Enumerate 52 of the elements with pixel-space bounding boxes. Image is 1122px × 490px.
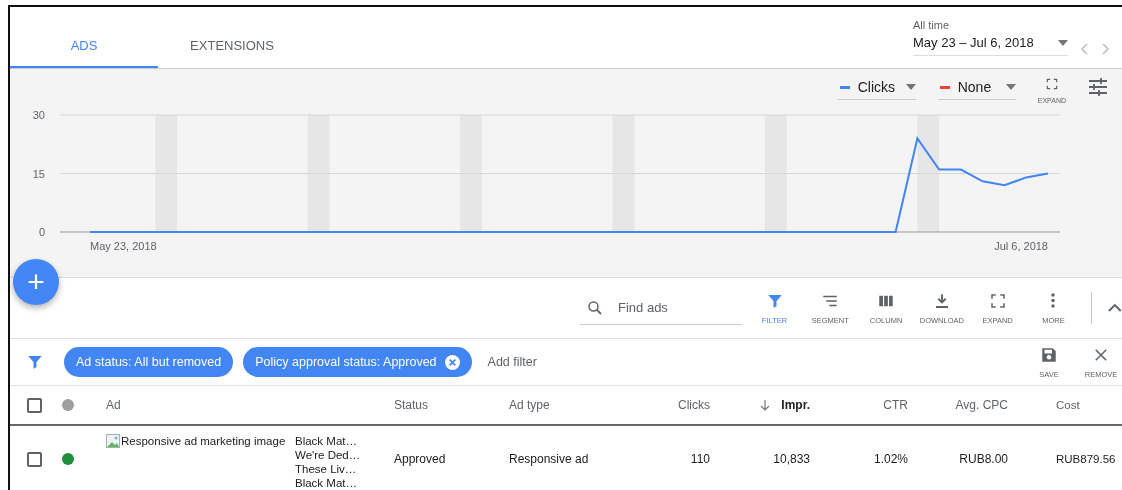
more-icon (1051, 293, 1056, 308)
table-cell: Approved (394, 452, 446, 466)
column-header[interactable]: Avg. CPC (955, 398, 1008, 412)
y-tick-label: 30 (32, 109, 45, 121)
date-range-label: All time (913, 19, 951, 31)
table-cell: Responsive ad (509, 452, 589, 466)
headline-text: Black Mat… (295, 434, 357, 448)
tab[interactable]: EXTENSIONS (158, 7, 306, 68)
column-header[interactable]: Clicks (678, 398, 710, 412)
caret-icon (905, 84, 916, 90)
search-icon (586, 298, 604, 317)
add-filter-link[interactable]: Add filter (487, 355, 537, 369)
caret-icon (1005, 84, 1016, 90)
filter-chip[interactable]: Policy approval status: Approved (243, 347, 472, 377)
headline-text: We're Ded… (295, 448, 361, 462)
metric-dropdown[interactable]: Clicks (837, 77, 916, 100)
date-range-value: May 23 – Jul 6, 2018 (913, 35, 1034, 50)
table-cell: RUB879.56 (1056, 453, 1116, 465)
sliders-icon[interactable] (1088, 77, 1108, 97)
expand-icon (988, 291, 1007, 310)
broken-image: Responsive ad marketing image (106, 434, 286, 448)
x-axis-label: Jul 6, 2018 (994, 240, 1048, 252)
chip-close-icon[interactable] (444, 354, 460, 370)
status-dot-icon (62, 399, 74, 411)
sort-arrow-icon (759, 399, 772, 411)
headline-text: These Liv… (295, 462, 357, 476)
select-all-checkbox[interactable] (27, 397, 42, 413)
search-field[interactable]: Find ads (616, 299, 730, 316)
column-header[interactable]: Ad (106, 398, 121, 412)
row-checkbox[interactable] (27, 451, 42, 467)
column-header[interactable]: Cost (1056, 399, 1080, 411)
table-cell: 10,833 (773, 452, 810, 466)
date-range-picker[interactable]: All time May 23 – Jul 6, 2018 (913, 19, 1068, 56)
collapse-icon[interactable] (1108, 303, 1122, 313)
table-cell: RUB8.00 (959, 452, 1008, 466)
column-header[interactable]: Impr. (781, 398, 810, 412)
y-tick-label: 15 (32, 167, 45, 180)
x-axis-label: May 23, 2018 (90, 240, 157, 252)
add-button[interactable]: + (13, 259, 59, 305)
metric-dropdown[interactable]: None (937, 77, 1016, 100)
caret-icon (1058, 39, 1068, 46)
y-tick-label: 0 (38, 226, 45, 238)
table-cell: 1.02% (873, 452, 908, 466)
column-header[interactable]: Ad type (509, 398, 550, 412)
save-icon (1040, 345, 1058, 364)
filter-chip[interactable]: Ad status: All but removed (64, 347, 234, 377)
headline-text: Black Mat… (295, 476, 357, 490)
filter-icon (26, 353, 44, 371)
table-cell: 110 (690, 452, 710, 466)
column-header[interactable]: CTR (883, 398, 908, 412)
column-header[interactable]: Status (394, 398, 429, 412)
expand-icon (1044, 77, 1059, 91)
